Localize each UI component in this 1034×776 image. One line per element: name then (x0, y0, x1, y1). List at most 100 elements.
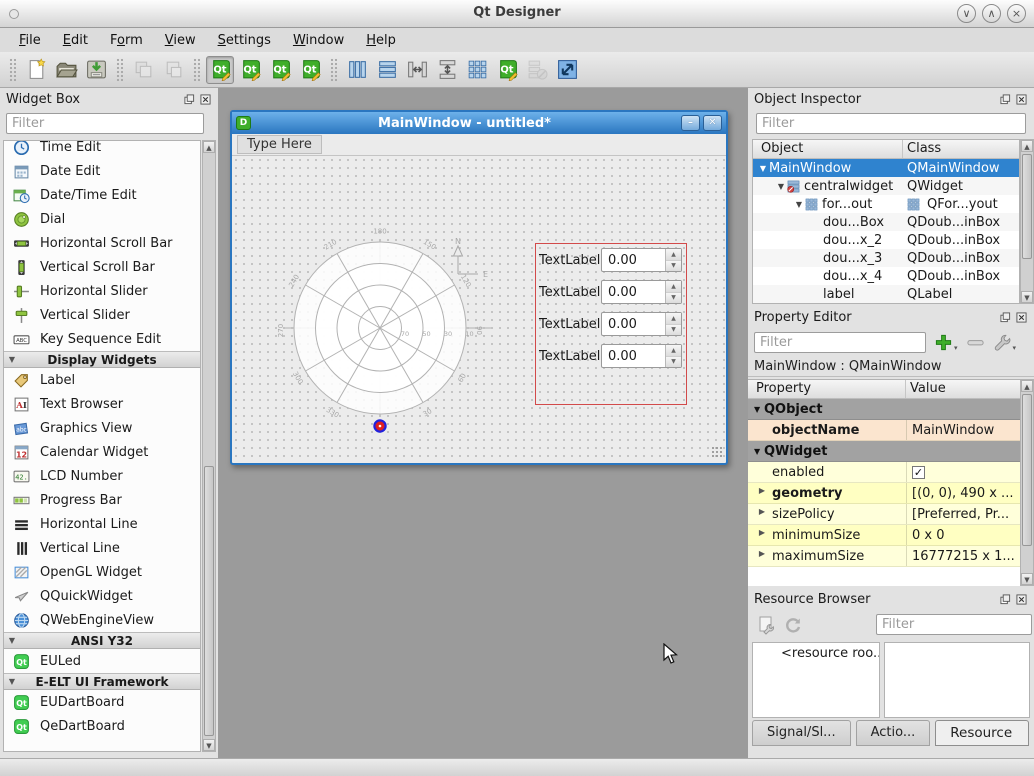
resource-root-item[interactable]: <resource roo... (781, 646, 880, 661)
shade-button[interactable]: ∨ (957, 4, 976, 23)
widget-item-progress-bar[interactable]: Progress Bar (4, 488, 200, 512)
text-label[interactable]: TextLabel (539, 253, 601, 268)
menu-file[interactable]: File (8, 31, 52, 50)
float-panel-icon[interactable] (999, 311, 1012, 324)
column-property[interactable]: Property (748, 380, 906, 398)
widget-item-label[interactable]: Label (4, 368, 200, 392)
widget-item-horizontal-line[interactable]: Horizontal Line (4, 512, 200, 536)
scroll-up-icon[interactable]: ▲ (1021, 140, 1033, 152)
layout-vertically-splitter-icon[interactable] (433, 56, 461, 84)
resource-filter-input[interactable] (876, 614, 1032, 635)
toolbar-handle[interactable] (330, 58, 337, 82)
property-table-scrollbar[interactable]: ▲ ▼ (1020, 379, 1034, 586)
property-row-minimumSize[interactable]: ▶minimumSize0 x 0 (748, 525, 1020, 546)
text-label[interactable]: TextLabel (539, 285, 601, 300)
property-row-maximumSize[interactable]: ▶maximumSize16777215 x 1... (748, 546, 1020, 567)
scroll-thumb[interactable] (1022, 154, 1032, 259)
scroll-thumb[interactable] (204, 466, 214, 736)
object-row-doux_3[interactable]: dou...x_3QDoub...inBox (753, 249, 1019, 267)
open-form-icon[interactable] (52, 56, 80, 84)
widget-item-horizontal-slider[interactable]: Horizontal Slider (4, 279, 200, 303)
object-tree-scrollbar[interactable]: ▲ ▼ (1020, 139, 1034, 304)
close-panel-icon[interactable] (1015, 311, 1028, 324)
property-row-sizePolicy[interactable]: ▶sizePolicy[Preferred, Pr... (748, 504, 1020, 525)
widget-item-eudartboard[interactable]: QtEUDartBoard (4, 690, 200, 714)
reload-resources-button[interactable] (780, 613, 806, 637)
new-form-icon[interactable] (22, 56, 50, 84)
toolbar-handle[interactable] (9, 58, 16, 82)
widget-category-display-widgets[interactable]: ▼Display Widgets (4, 351, 200, 368)
object-row-centralwidget[interactable]: ▼centralwidgetQWidget (753, 177, 1019, 195)
widget-category-ansi-y32[interactable]: ▼ANSI Y32 (4, 632, 200, 649)
configure-property-editor-button[interactable]: ▾ (993, 333, 1017, 352)
column-class[interactable]: Class (903, 140, 941, 158)
widget-item-euled[interactable]: QtEULed (4, 649, 200, 673)
widget-item-date-time-edit[interactable]: Date/Time Edit (4, 183, 200, 207)
float-panel-icon[interactable] (999, 593, 1012, 606)
spin-down-icon[interactable]: ▼ (666, 325, 681, 335)
close-button[interactable]: × (1007, 4, 1026, 23)
layout-horizontally-icon[interactable] (343, 56, 371, 84)
dock-tab-1[interactable]: Actio... (856, 720, 931, 746)
widget-item-dial[interactable]: Dial (4, 207, 200, 231)
edit-signals-slots-icon[interactable]: Qt (236, 56, 264, 84)
menu-window[interactable]: Window (282, 31, 355, 50)
toolbar-handle[interactable] (116, 58, 123, 82)
property-row-geometry[interactable]: ▶geometry[(0, 0), 490 x ... (748, 483, 1020, 504)
widget-item-vertical-line[interactable]: Vertical Line (4, 536, 200, 560)
double-spinbox[interactable]: 0.00▲▼ (601, 312, 682, 336)
scroll-thumb[interactable] (1022, 394, 1032, 546)
resource-tree[interactable]: <resource roo... (752, 642, 880, 718)
widget-item-qwebengineview[interactable]: QWebEngineView (4, 608, 200, 632)
save-form-icon[interactable] (82, 56, 110, 84)
remove-dynamic-property-button[interactable] (966, 333, 985, 352)
float-panel-icon[interactable] (999, 93, 1012, 106)
adjust-size-icon[interactable] (553, 56, 581, 84)
scroll-down-icon[interactable]: ▼ (1021, 573, 1033, 585)
object-inspector-filter-input[interactable] (756, 113, 1026, 134)
spin-down-icon[interactable]: ▼ (666, 357, 681, 367)
form-window-titlebar[interactable]: D MainWindow - untitled* – ✕ (232, 112, 726, 134)
layout-grid-icon[interactable] (463, 56, 491, 84)
edit-resources-button[interactable] (754, 613, 780, 637)
widget-item-vertical-scroll-bar[interactable]: Vertical Scroll Bar (4, 255, 200, 279)
scroll-down-icon[interactable]: ▼ (1021, 291, 1033, 303)
widget-item-lcd-number[interactable]: 42.LCD Number (4, 464, 200, 488)
property-row-enabled[interactable]: enabled✓ (748, 462, 1020, 483)
widget-item-key-sequence-edit[interactable]: ABCKey Sequence Edit (4, 327, 200, 351)
layout-vertically-icon[interactable] (373, 56, 401, 84)
edit-tab-order-icon[interactable]: Qt (296, 56, 324, 84)
toolbar-handle[interactable] (193, 58, 200, 82)
widget-item-qedartboard[interactable]: QtQeDartBoard (4, 714, 200, 738)
form-close-button[interactable]: ✕ (703, 115, 722, 131)
scroll-down-icon[interactable]: ▼ (203, 739, 215, 751)
expand-arrow-icon[interactable]: ▶ (756, 528, 768, 537)
widget-item-opengl-widget[interactable]: OpenGL Widget (4, 560, 200, 584)
close-panel-icon[interactable] (1015, 93, 1028, 106)
widget-item-calendar-widget[interactable]: 12Calendar Widget (4, 440, 200, 464)
form-layout-selection[interactable]: TextLabel0.00▲▼TextLabel0.00▲▼TextLabel0… (535, 243, 687, 405)
object-row-douBox[interactable]: dou...BoxQDoub...inBox (753, 213, 1019, 231)
spin-down-icon[interactable]: ▼ (666, 261, 681, 271)
spin-up-icon[interactable]: ▲ (666, 313, 681, 325)
double-spinbox[interactable]: 0.00▲▼ (601, 344, 682, 368)
app-titlebar[interactable]: Qt Designer ∨ ∧ × (0, 0, 1034, 28)
close-panel-icon[interactable] (1015, 593, 1028, 606)
checkbox-checked-icon[interactable]: ✓ (912, 466, 925, 479)
scroll-up-icon[interactable]: ▲ (1021, 380, 1033, 392)
dock-tab-2[interactable]: Resource ... (935, 720, 1029, 746)
menu-view[interactable]: View (154, 31, 207, 50)
widget-list-scrollbar[interactable]: ▲ ▼ (202, 140, 216, 752)
object-row-label[interactable]: labelQLabel (753, 285, 1019, 303)
type-here-item[interactable]: Type Here (237, 135, 322, 154)
widget-item-text-browser[interactable]: AIText Browser (4, 392, 200, 416)
resize-grip[interactable] (711, 446, 723, 458)
expand-arrow-icon[interactable]: ▶ (756, 507, 768, 516)
widget-item-horizontal-scroll-bar[interactable]: Horizontal Scroll Bar (4, 231, 200, 255)
text-label[interactable]: TextLabel (539, 317, 601, 332)
expand-arrow-icon[interactable]: ▶ (756, 549, 768, 558)
spin-up-icon[interactable]: ▲ (666, 281, 681, 293)
widget-item-qquickwidget[interactable]: QQuickWidget (4, 584, 200, 608)
expand-arrow-icon[interactable]: ▼ (775, 182, 787, 191)
menu-edit[interactable]: Edit (52, 31, 99, 50)
